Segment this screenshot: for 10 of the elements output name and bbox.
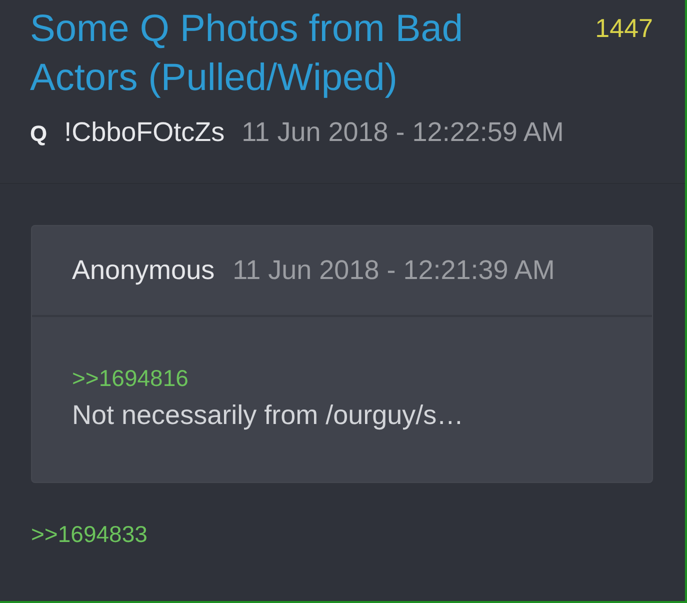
quoted-author-name: Anonymous (72, 255, 215, 286)
post-reference-link[interactable]: >>1694816 (72, 365, 188, 392)
post-text: Not necessarily from /ourguy/s… (72, 400, 464, 431)
author-name: Q (30, 121, 48, 147)
post-title: Some Q Photos from Bad Actors (Pulled/Wiped) (30, 7, 464, 101)
tripcode: !CbboFOtcZs (64, 117, 225, 148)
post-timestamp: 11 Jun 2018 - 12:22:59 AM (242, 117, 564, 148)
quoted-post-timestamp: 11 Jun 2018 - 12:21:39 AM (232, 255, 555, 286)
post-number: 1447 (595, 13, 653, 44)
post-reference-link[interactable]: >>1694833 (31, 521, 148, 548)
